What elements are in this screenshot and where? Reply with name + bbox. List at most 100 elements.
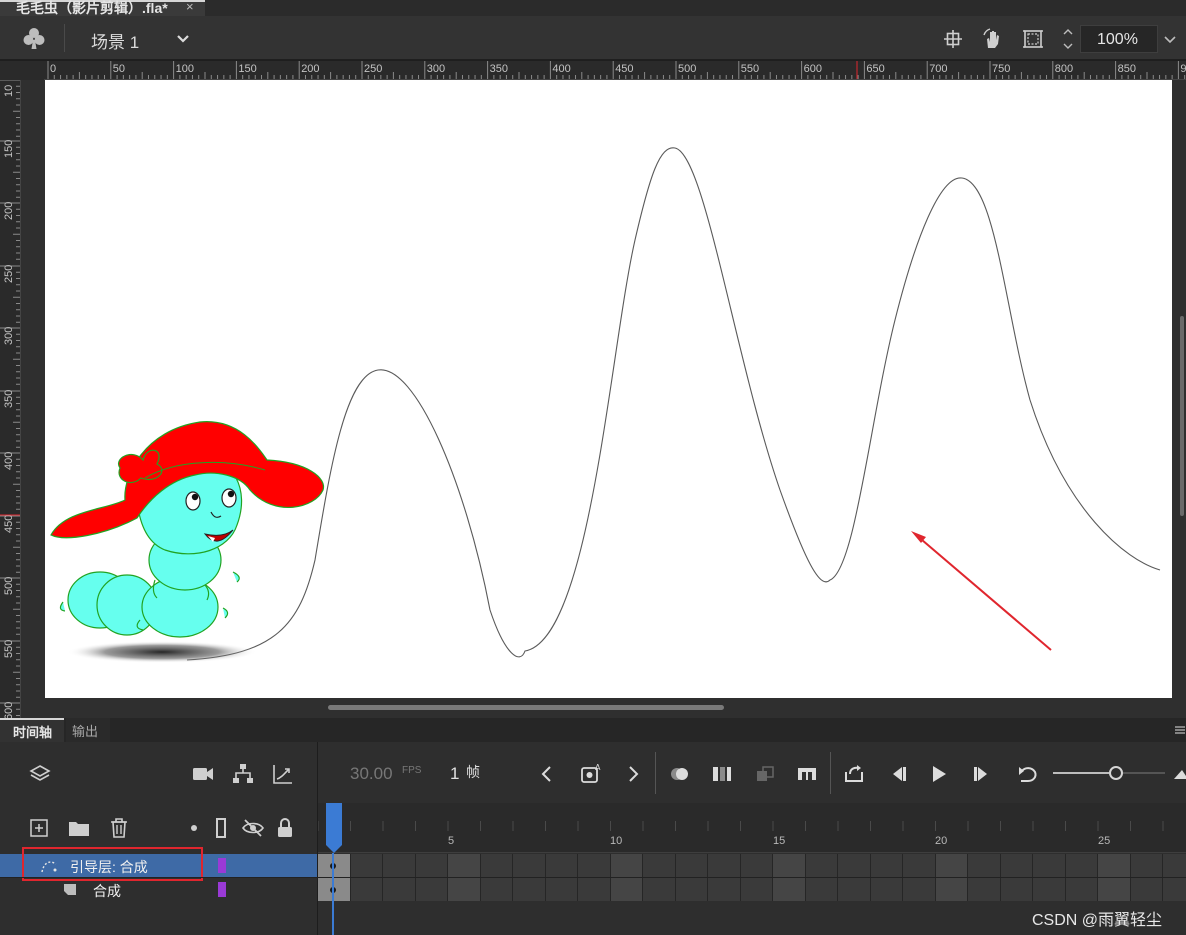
document-tab[interactable]: 毛毛虫（影片剪辑）.fla* × — [0, 0, 205, 16]
edit-multiple-frames-icon[interactable] — [710, 762, 734, 786]
frame-cell[interactable] — [740, 854, 773, 877]
layer-color-swatch[interactable] — [218, 858, 226, 873]
frame-cell[interactable] — [415, 854, 448, 877]
tab-timeline[interactable]: 时间轴 — [0, 718, 64, 742]
tab-output[interactable]: 输出 — [66, 718, 110, 742]
frame-cell[interactable] — [448, 854, 481, 877]
trash-icon[interactable] — [107, 816, 131, 840]
frame-cell[interactable] — [935, 854, 968, 877]
frame-cell[interactable] — [545, 878, 578, 901]
frame-cell[interactable] — [740, 878, 773, 901]
frame-cell[interactable] — [1130, 878, 1163, 901]
step-back-icon[interactable] — [886, 762, 910, 786]
frame-cell[interactable] — [805, 854, 838, 877]
frame-cell[interactable] — [1000, 878, 1033, 901]
panel-menu-icon[interactable] — [1174, 724, 1186, 736]
new-layer-icon[interactable] — [27, 816, 51, 840]
rotate-hand-icon[interactable] — [981, 27, 1005, 51]
frame-cell[interactable] — [480, 854, 513, 877]
step-forward-icon[interactable] — [970, 762, 994, 786]
keyframe-cell[interactable] — [318, 878, 351, 901]
frame-cell[interactable] — [838, 878, 871, 901]
slider-handle[interactable] — [1109, 766, 1123, 780]
frame-cell[interactable] — [578, 878, 611, 901]
frame-cell[interactable] — [643, 878, 676, 901]
motion-guide-path[interactable] — [186, 147, 1161, 661]
visibility-off-icon[interactable] — [241, 816, 265, 840]
frame-cell[interactable] — [1130, 854, 1163, 877]
loop-forward-icon[interactable] — [842, 762, 866, 786]
graph-icon[interactable] — [271, 762, 295, 786]
frame-cell[interactable] — [675, 854, 708, 877]
frame-cell[interactable] — [448, 878, 481, 901]
scene-clubs-icon[interactable] — [22, 26, 46, 50]
zoom-input[interactable]: 100% — [1080, 25, 1158, 53]
frame-cell[interactable] — [773, 878, 806, 901]
frame-cell[interactable] — [1033, 878, 1066, 901]
frame-cell[interactable] — [1098, 878, 1131, 901]
frame-ruler[interactable]: 5 10 15 20 25 — [317, 803, 1186, 853]
frame-cell[interactable] — [903, 878, 936, 901]
play-icon[interactable] — [927, 762, 951, 786]
frame-cell[interactable] — [968, 878, 1001, 901]
frame-cell[interactable] — [968, 854, 1001, 877]
frame-cell[interactable] — [1163, 878, 1186, 901]
frame-span-icon[interactable] — [795, 762, 819, 786]
layer-row-hecheng[interactable]: 合成 — [0, 878, 317, 901]
frame-cell[interactable] — [643, 854, 676, 877]
lock-icon[interactable] — [273, 816, 297, 840]
frame-cell[interactable] — [903, 854, 936, 877]
frame-cell[interactable] — [513, 854, 546, 877]
chevron-right-icon[interactable] — [621, 762, 645, 786]
frame-cell[interactable] — [415, 878, 448, 901]
frame-cell[interactable] — [838, 854, 871, 877]
zoom-stepper[interactable] — [1058, 25, 1078, 53]
vertical-scrollbar[interactable] — [1180, 316, 1184, 516]
camera-icon[interactable] — [191, 762, 215, 786]
frame-cell[interactable] — [675, 878, 708, 901]
frame-cell[interactable] — [708, 854, 741, 877]
keyframe-cell[interactable] — [318, 854, 351, 877]
frame-grid[interactable] — [318, 854, 1186, 902]
frame-cell[interactable] — [350, 854, 383, 877]
chevron-down-icon[interactable] — [174, 30, 192, 48]
frame-cell[interactable] — [1000, 854, 1033, 877]
frame-cell[interactable] — [350, 878, 383, 901]
current-frame-value[interactable]: 1 — [450, 764, 459, 784]
outline-toggle-icon[interactable] — [209, 816, 233, 840]
frame-cell[interactable] — [1098, 854, 1131, 877]
frame-cell[interactable] — [383, 854, 416, 877]
fps-value[interactable]: 30.00 — [350, 764, 393, 784]
frame-cell[interactable] — [513, 878, 546, 901]
frame-cell[interactable] — [610, 878, 643, 901]
layer-parenting-icon[interactable] — [231, 762, 255, 786]
scene-name-label[interactable]: 场景 1 — [91, 28, 139, 53]
frame-cell[interactable] — [773, 854, 806, 877]
onion-skin-icon[interactable] — [668, 762, 692, 786]
frame-cell[interactable] — [870, 854, 903, 877]
frame-cell[interactable] — [805, 878, 838, 901]
horizontal-scrollbar[interactable] — [328, 705, 724, 710]
frame-cell[interactable] — [935, 878, 968, 901]
frame-cell[interactable] — [610, 854, 643, 877]
layer-color-swatch[interactable] — [218, 882, 226, 897]
loop-icon[interactable] — [1016, 762, 1040, 786]
caterpillar-character[interactable] — [50, 421, 325, 663]
playhead[interactable] — [326, 803, 342, 855]
frame-cell[interactable] — [1163, 854, 1186, 877]
frame-cell[interactable] — [870, 878, 903, 901]
stage-canvas[interactable] — [45, 80, 1172, 698]
frame-strip[interactable] — [318, 854, 1186, 877]
frame-cell[interactable] — [1033, 854, 1066, 877]
highlight-layer-dot-icon[interactable] — [182, 816, 206, 840]
frame-cell[interactable] — [1065, 878, 1098, 901]
close-tab-icon[interactable]: × — [186, 0, 194, 14]
frame-cell[interactable] — [545, 854, 578, 877]
insert-keyframe-icon[interactable]: A — [579, 762, 603, 786]
layers-icon[interactable] — [28, 762, 52, 786]
clip-content-icon[interactable] — [1021, 27, 1045, 51]
center-stage-icon[interactable] — [941, 27, 965, 51]
zoom-dropdown-icon[interactable] — [1160, 28, 1180, 50]
frame-strip[interactable] — [318, 878, 1186, 901]
frame-cell[interactable] — [383, 878, 416, 901]
